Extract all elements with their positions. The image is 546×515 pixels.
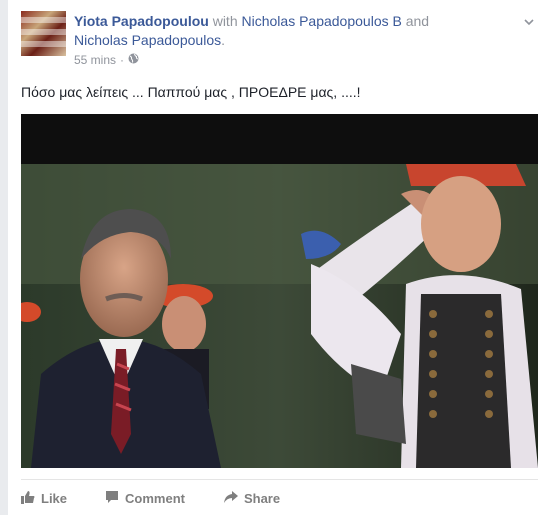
share-arrow-icon [223,490,238,507]
tagged-friend-2[interactable]: Nicholas Papadopoulos [74,32,221,48]
post-photo[interactable] [21,114,538,468]
globe-icon[interactable] [128,53,139,67]
thumbs-up-icon [21,490,35,507]
comment-button[interactable]: Comment [105,490,185,507]
like-button[interactable]: Like [21,490,67,507]
period-text: . [221,32,225,48]
author-name[interactable]: Yiota Papadopoulou [74,13,209,29]
post-actions: Like Comment Share [21,486,538,510]
meta-separator: · [120,53,125,67]
post-meta: 55 mins · [74,53,139,67]
chevron-down-icon[interactable] [524,14,534,26]
like-label: Like [41,490,68,506]
share-button[interactable]: Share [223,490,280,507]
comment-icon [105,490,119,507]
post-header: Yiota Papadopoulou with Nicholas Papadop… [74,12,474,50]
with-text: with [212,13,238,29]
post-message: Πόσο μας λείπεις ... Παππού μας , ΠΡΟΕΔΡ… [21,84,361,100]
post-time[interactable]: 55 mins [74,53,116,67]
author-avatar[interactable] [21,11,66,56]
tagged-friend-1[interactable]: Nicholas Papadopoulos B [242,13,402,29]
action-divider [21,479,538,480]
photo-scene [21,164,538,468]
and-text: and [405,13,430,29]
post-card: Yiota Papadopoulou with Nicholas Papadop… [8,0,546,515]
share-label: Share [243,490,281,506]
comment-label: Comment [125,490,185,506]
